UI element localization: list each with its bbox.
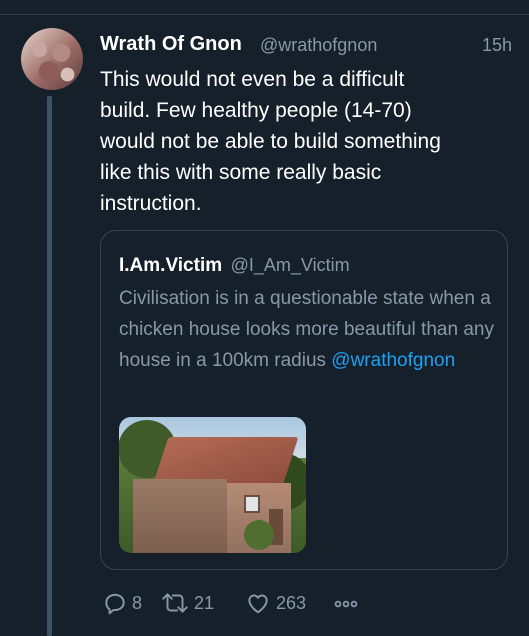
quote-header: I.Am.Victim @I_Am_Victim [119, 255, 350, 277]
reply-count: 8 [132, 592, 143, 613]
avatar[interactable] [21, 28, 83, 90]
timestamp[interactable]: 15h [482, 35, 512, 56]
like-count: 263 [276, 592, 307, 613]
retweet-count: 21 [194, 592, 215, 613]
reply-icon [102, 590, 128, 616]
image-bush [239, 517, 279, 553]
retweet-icon [160, 590, 190, 616]
like-icon [244, 590, 272, 616]
quote-text: Civilisation is in a questionable state … [119, 283, 499, 376]
tweet-text: This would not even be a difficult build… [100, 68, 441, 215]
retweet-button[interactable]: 21 [160, 589, 214, 617]
quote-mention-link[interactable]: @wrathofgnon [331, 350, 455, 371]
more-button[interactable] [332, 589, 360, 617]
top-divider [0, 14, 529, 15]
quote-author-name: I.Am.Victim [119, 255, 223, 276]
more-icon [332, 590, 360, 616]
like-button[interactable]: 263 [244, 589, 306, 617]
tweet-actions: 8 21 263 [100, 589, 400, 617]
author-handle[interactable]: @wrathofgnon [260, 35, 377, 56]
image-wall-front [133, 479, 227, 553]
reply-button[interactable]: 8 [102, 589, 142, 617]
author-name[interactable]: Wrath Of Gnon [100, 33, 242, 56]
quoted-tweet[interactable]: I.Am.Victim @I_Am_Victim Civilisation is… [100, 230, 508, 570]
quote-image[interactable] [119, 417, 306, 553]
thread-line [47, 96, 52, 636]
quote-author-handle: @I_Am_Victim [230, 255, 350, 275]
image-window [244, 495, 260, 513]
tweet-header: Wrath Of Gnon @wrathofgnon 15h [100, 33, 512, 61]
